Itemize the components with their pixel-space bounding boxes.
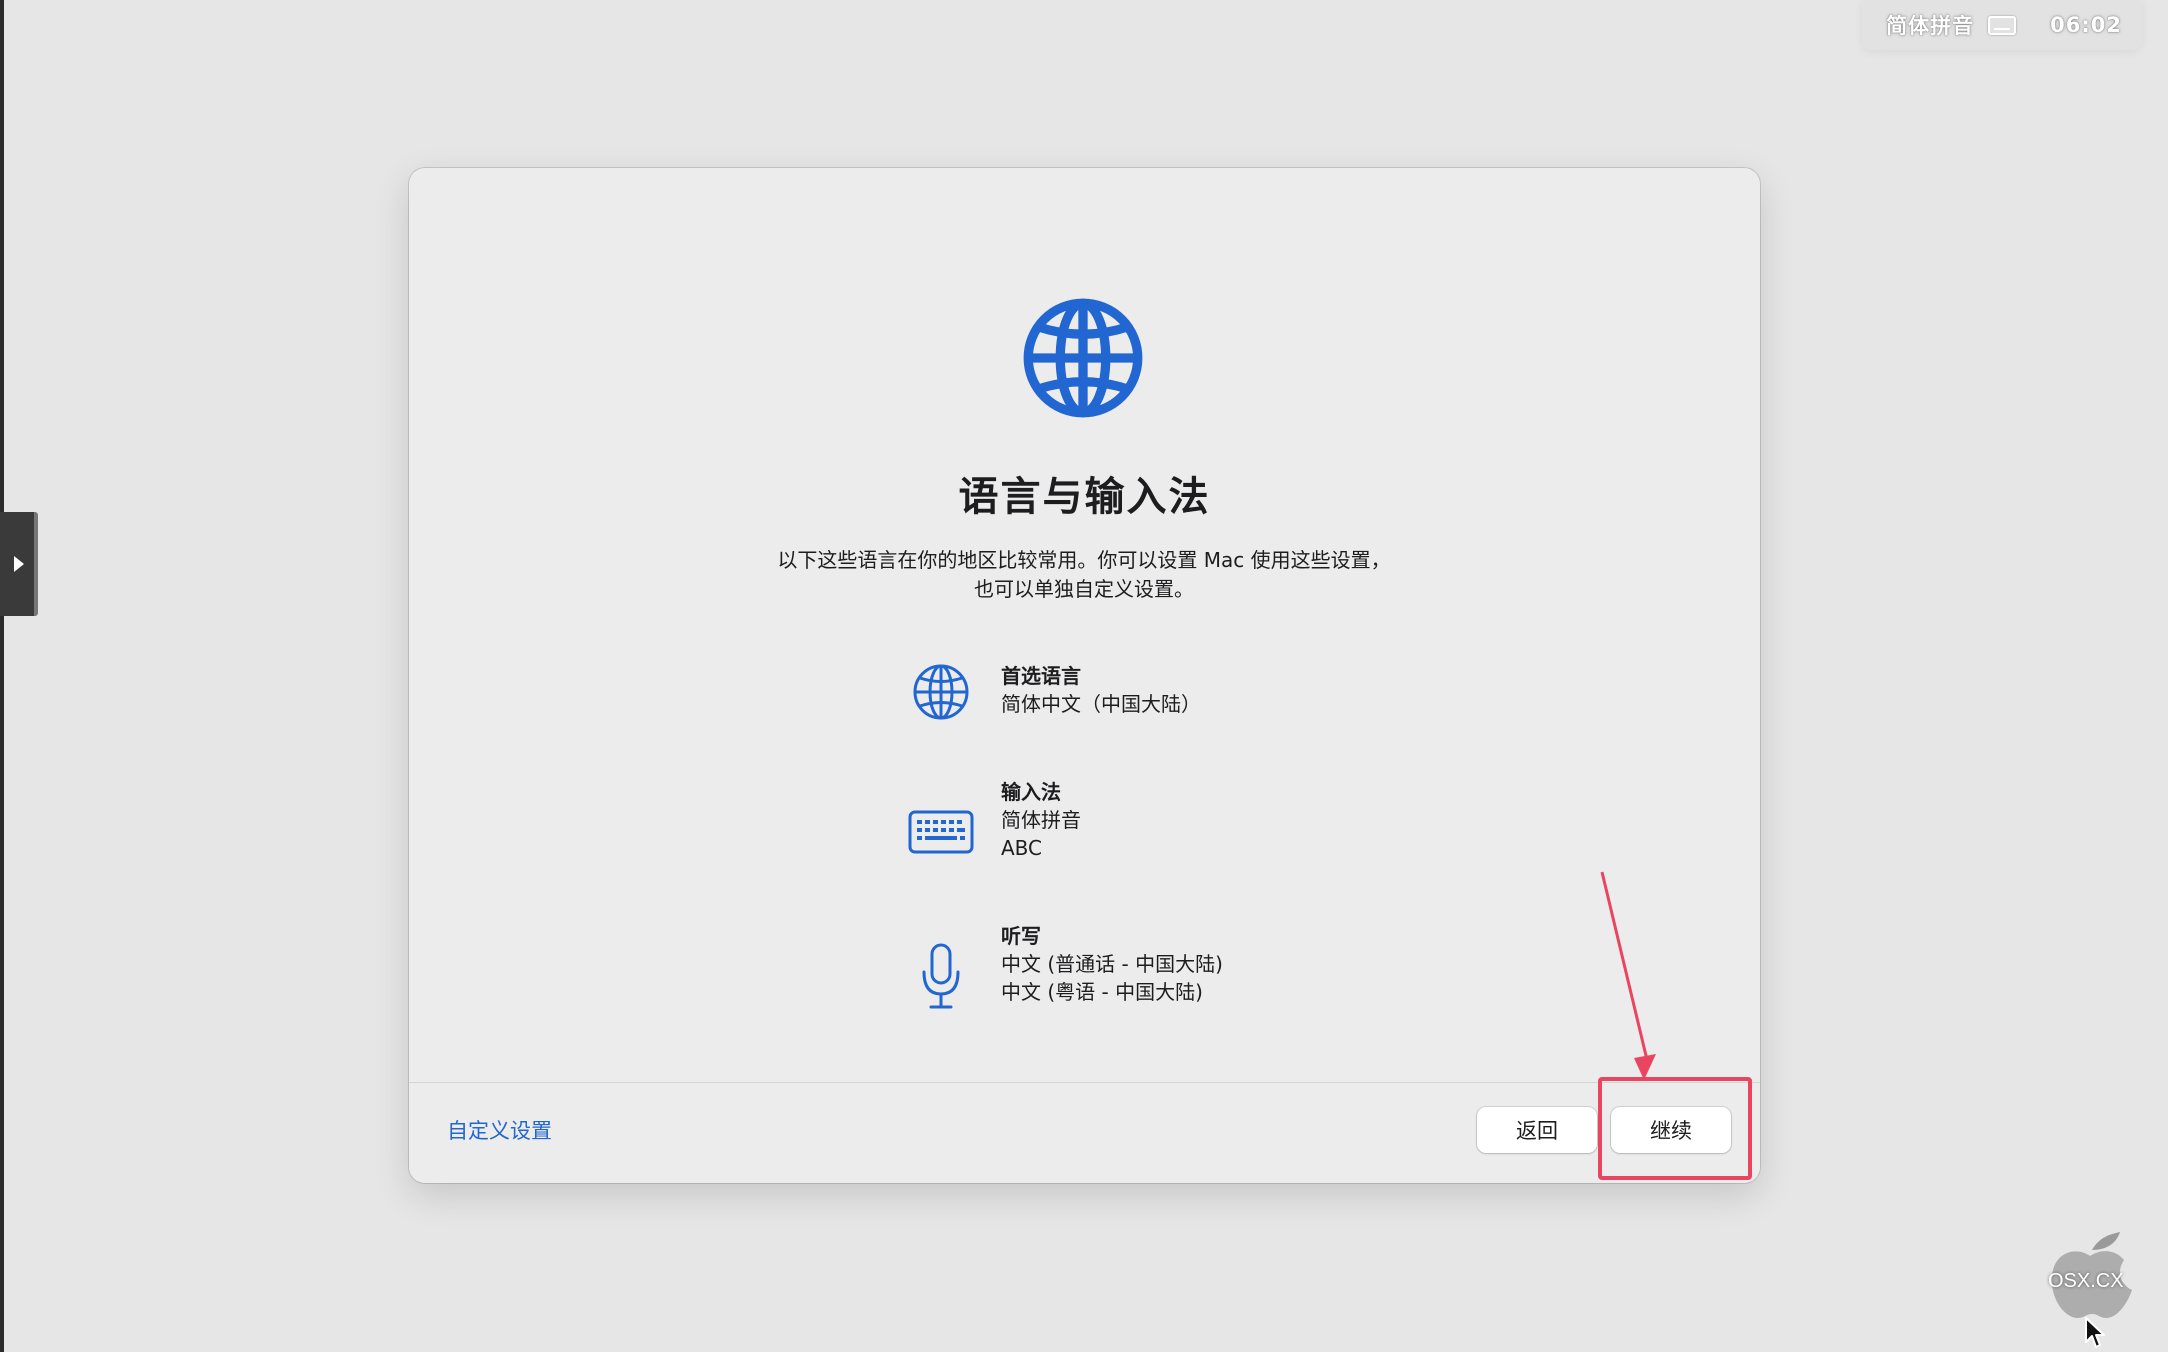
back-button[interactable]: 返回 bbox=[1477, 1107, 1597, 1153]
customize-settings-link[interactable]: 自定义设置 bbox=[447, 1115, 552, 1145]
page-description: 以下这些语言在你的地区比较常用。你可以设置 Mac 使用这些设置， 也可以单独自… bbox=[684, 546, 1484, 604]
input-method-indicator[interactable]: 简体拼音 bbox=[1886, 10, 1974, 40]
annotation-highlight-box bbox=[1598, 1077, 1752, 1180]
globe-icon bbox=[913, 664, 969, 720]
description-line: 以下这些语言在你的地区比较常用。你可以设置 Mac 使用这些设置， bbox=[777, 548, 1391, 572]
dictation-language-item: 中文 (粤语 - 中国大陆) bbox=[1001, 980, 1203, 1004]
keyboard-icon bbox=[908, 810, 974, 854]
dialog-footer: 自定义设置 返回 继续 bbox=[409, 1082, 1760, 1183]
watermark-text: OSX.CX bbox=[2048, 1270, 2124, 1292]
play-triangle-icon bbox=[14, 556, 24, 572]
globe-icon bbox=[1023, 298, 1143, 418]
dictation-language-item: 中文 (普通话 - 中国大陆) bbox=[1001, 952, 1223, 976]
input-sources-text: 输入法 简体拼音 ABC bbox=[1001, 778, 1081, 862]
preferred-language-value: 简体中文（中国大陆） bbox=[1001, 692, 1201, 716]
input-source-item: ABC bbox=[1001, 836, 1043, 860]
description-line: 也可以单独自定义设置。 bbox=[974, 577, 1194, 601]
window-left-edge bbox=[0, 0, 4, 1352]
annotation-arrow-icon bbox=[1600, 871, 1656, 1080]
side-panel-toggle[interactable] bbox=[0, 512, 38, 616]
clock: 06:02 bbox=[2050, 13, 2122, 37]
page-title: 语言与输入法 bbox=[958, 474, 1211, 520]
menu-bar-status: 简体拼音 06:02 bbox=[1862, 0, 2142, 50]
language-setup-dialog: 语言与输入法 以下这些语言在你的地区比较常用。你可以设置 Mac 使用这些设置，… bbox=[409, 168, 1760, 1183]
dictation-text: 听写 中文 (普通话 - 中国大陆) 中文 (粤语 - 中国大陆) bbox=[1001, 922, 1223, 1006]
keyboard-icon[interactable] bbox=[1988, 15, 2017, 35]
microphone-icon bbox=[922, 943, 960, 1009]
input-source-item: 简体拼音 bbox=[1001, 808, 1081, 832]
input-sources-heading: 输入法 bbox=[1001, 780, 1061, 804]
preferred-language-text: 首选语言 简体中文（中国大陆） bbox=[1001, 662, 1201, 718]
preferred-language-heading: 首选语言 bbox=[1001, 664, 1081, 688]
dictation-heading: 听写 bbox=[1001, 924, 1041, 948]
mouse-cursor-icon bbox=[2085, 1317, 2105, 1348]
